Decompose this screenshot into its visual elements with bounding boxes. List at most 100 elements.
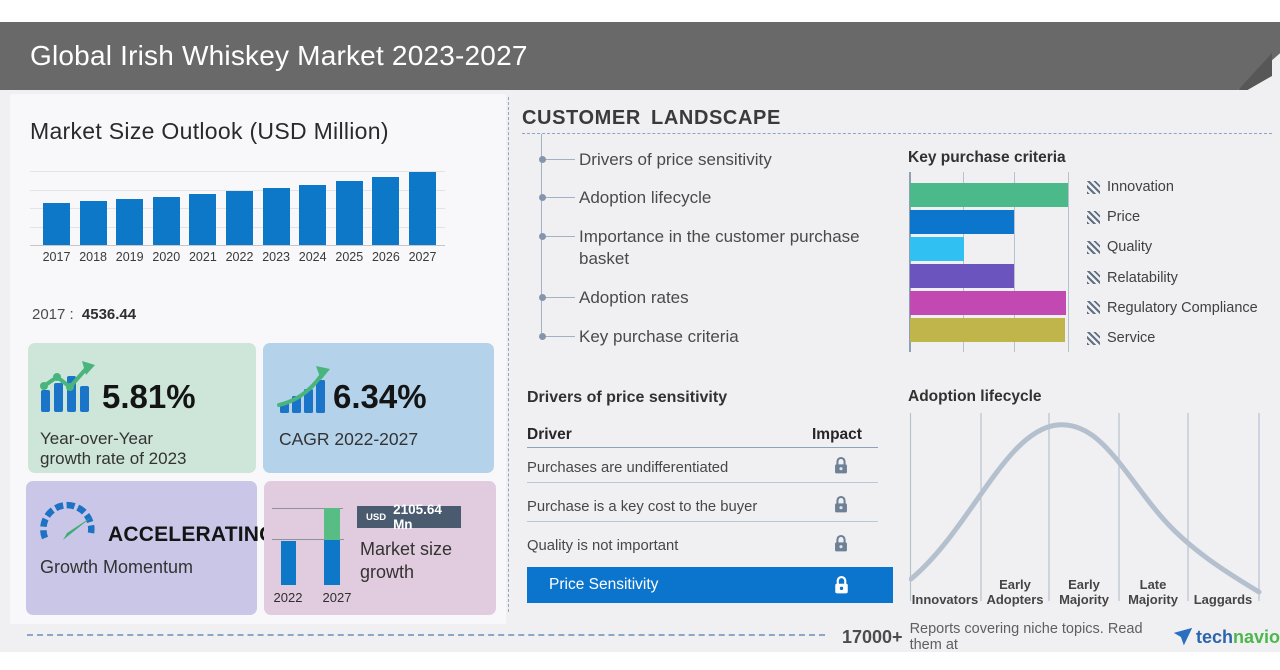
- mini-year-start: 2022: [268, 590, 308, 605]
- criteria-bar-price: [910, 210, 1014, 234]
- column-header-impact: Impact: [812, 426, 862, 444]
- market-size-bar-chart: [30, 168, 445, 245]
- base-year-value: 2017 : 4536.44: [32, 306, 136, 323]
- landscape-item: Drivers of price sensitivity: [579, 149, 909, 171]
- landscape-node-dot: [539, 294, 546, 301]
- criteria-bar-relatability: [910, 264, 1014, 288]
- growth-amount: 2105.64 Mn: [393, 502, 461, 532]
- landscape-node-dot: [539, 333, 546, 340]
- market-size-bar-2022: [226, 191, 253, 245]
- growth-caption-line2: growth: [360, 561, 452, 584]
- mini-bar-2027-base: [324, 540, 340, 585]
- infographic-canvas: Global Irish Whiskey Market 2023-2027 Ma…: [0, 0, 1280, 670]
- key-purchase-title: Key purchase criteria: [908, 149, 1066, 167]
- market-size-bar-2019: [116, 199, 143, 245]
- criteria-bar-innovation: [910, 183, 1068, 207]
- table-header-rule: [527, 447, 878, 448]
- adoption-stage-0: Innovators: [910, 592, 980, 607]
- year-label-2025: 2025: [331, 250, 367, 264]
- legend-item-innovation: Innovation: [1087, 172, 1174, 202]
- cagr-caption: CAGR 2022-2027: [279, 429, 418, 449]
- year-label-2027: 2027: [405, 250, 441, 264]
- brand-navio: navio: [1233, 627, 1280, 648]
- landscape-connector: [545, 297, 575, 298]
- technavio-plane-icon: [1173, 627, 1193, 647]
- technavio-logo[interactable]: tech navio: [1173, 627, 1280, 648]
- hatched-swatch-icon: [1087, 332, 1100, 345]
- hatched-swatch-icon: [1087, 301, 1100, 314]
- driver-row: Purchases are undifferentiated: [527, 460, 878, 476]
- growth-caption-line1: Market size: [360, 538, 452, 561]
- market-size-bar-2025: [336, 181, 363, 245]
- footer-text: Reports covering niche topics. Read them…: [910, 621, 1163, 653]
- customer-landscape-title: CUSTOMER LANDSCAPE: [522, 107, 781, 130]
- legend-item-quality: Quality: [1087, 232, 1152, 262]
- market-size-bar-2027: [409, 172, 436, 245]
- key-purchase-chart: [909, 172, 1071, 352]
- lock-icon: [833, 495, 849, 514]
- legend-label: Price: [1107, 209, 1140, 225]
- market-size-bar-2026: [372, 177, 399, 245]
- lock-icon: [833, 534, 849, 553]
- legend-item-relatability: Relatability: [1087, 263, 1178, 293]
- bell-curve: [911, 425, 1259, 592]
- driver-row: Quality is not important: [527, 538, 878, 554]
- gridline: [1068, 172, 1069, 352]
- yoy-growth-card: 5.81% Year-over-Year growth rate of 2023: [28, 343, 256, 473]
- mini-bar-2027-growth: [324, 508, 340, 540]
- mini-bar-2022: [281, 541, 296, 585]
- adoption-stage-3: LateMajority: [1118, 577, 1188, 607]
- impact-lock: [833, 495, 849, 519]
- market-size-year-labels: 2017201820192020202120222023202420252026…: [30, 250, 445, 266]
- bottom-strip: [0, 652, 1280, 670]
- report-count: 17000+: [842, 627, 903, 648]
- landscape-node-dot: [539, 233, 546, 240]
- year-label-2024: 2024: [295, 250, 331, 264]
- legend-item-price: Price: [1087, 202, 1140, 232]
- cagr-card: 6.34% CAGR 2022-2027: [263, 343, 494, 473]
- page-title: Global Irish Whiskey Market 2023-2027: [30, 22, 528, 90]
- legend-label: Regulatory Compliance: [1107, 300, 1258, 316]
- growth-caption: Market size growth: [360, 538, 452, 584]
- market-size-bar-2017: [43, 203, 70, 245]
- legend-label: Innovation: [1107, 179, 1174, 195]
- driver-row: Purchase is a key cost to the buyer: [527, 499, 878, 515]
- year-label-2026: 2026: [368, 250, 404, 264]
- growth-momentum-card: ACCELERATING Growth Momentum: [26, 481, 257, 615]
- landscape-item: Key purchase criteria: [579, 326, 909, 348]
- section-divider: [508, 97, 509, 612]
- market-size-bar-2021: [189, 194, 216, 245]
- landscape-item: Adoption rates: [579, 287, 909, 309]
- price-sensitivity-title: Drivers of price sensitivity: [527, 389, 727, 407]
- yoy-value: 5.81%: [102, 378, 196, 416]
- landscape-connector: [545, 236, 575, 237]
- brand-tech: tech: [1196, 627, 1233, 648]
- year-label-2021: 2021: [185, 250, 221, 264]
- yoy-caption-line2: growth rate of 2023: [40, 449, 186, 469]
- customer-landscape-underline: [522, 133, 1272, 134]
- criteria-bar-quality: [910, 237, 964, 261]
- year-label-2020: 2020: [148, 250, 184, 264]
- market-size-bar-2023: [263, 188, 290, 245]
- landscape-node-dot: [539, 156, 546, 163]
- legend-item-service: Service: [1087, 323, 1155, 353]
- yoy-caption-line1: Year-over-Year: [40, 429, 186, 449]
- market-outlook-title: Market Size Outlook (USD Million): [30, 118, 389, 145]
- column-header-driver: Driver: [527, 426, 572, 444]
- legend-label: Relatability: [1107, 270, 1178, 286]
- legend-item-regulatory-compliance: Regulatory Compliance: [1087, 293, 1258, 323]
- landscape-connector: [545, 159, 575, 160]
- landscape-item: Adoption lifecycle: [579, 187, 909, 209]
- momentum-value: ACCELERATING: [108, 523, 276, 547]
- hatched-swatch-icon: [1087, 181, 1100, 194]
- legend-label: Service: [1107, 330, 1155, 346]
- hatched-swatch-icon: [1087, 241, 1100, 254]
- year-label-2017: 2017: [39, 250, 75, 264]
- market-size-bar-2020: [153, 197, 180, 245]
- criteria-bar-service: [910, 318, 1065, 342]
- legend-label: Quality: [1107, 239, 1152, 255]
- speedometer-icon: [38, 497, 98, 547]
- mini-year-end: 2027: [317, 590, 357, 605]
- lock-icon: [833, 456, 849, 475]
- row-separator: [527, 521, 878, 522]
